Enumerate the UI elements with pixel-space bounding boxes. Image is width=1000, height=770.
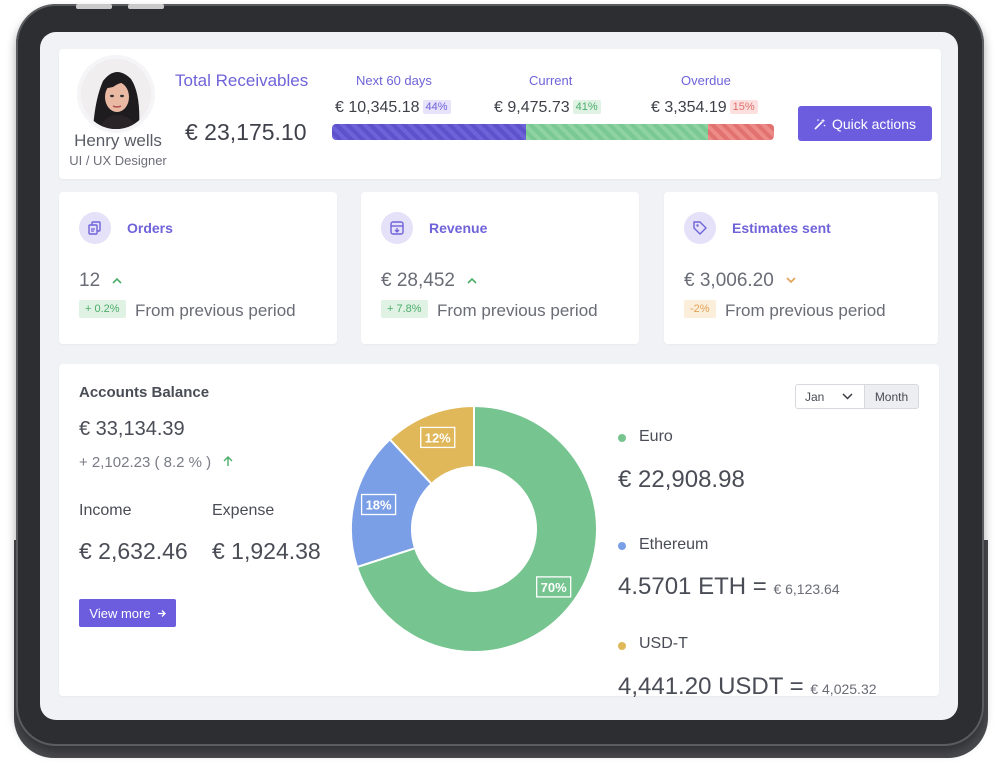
chevron-down-icon	[786, 268, 796, 290]
legend-name-usdt: USD-T	[639, 635, 688, 652]
accounts-balance-total: € 33,134.39	[79, 418, 185, 440]
segment-value-overdue: € 3,354.19 15%	[651, 99, 758, 117]
legend-value-ethereum: 4.5701 ETH = € 6,123.64	[618, 573, 840, 601]
expense-value: € 1,924.38	[212, 538, 321, 564]
donut-label-usd-t: 12%	[420, 426, 456, 449]
accounts-balance-card: Accounts Balance € 33,134.39 + 2,102.23 …	[59, 364, 939, 700]
legend-amount: 4,441.20 USDT =	[618, 673, 804, 700]
segment-amount: € 3,354.19	[651, 99, 727, 116]
dashboard-screen: Henry wells UI / UX Designer Total Recei…	[40, 32, 958, 720]
stat-value-text: € 28,452	[381, 270, 455, 291]
stat-note: From previous period	[437, 301, 598, 320]
legend-amount: 4.5701 ETH =	[618, 573, 767, 600]
segment-amount: € 9,475.73	[494, 99, 570, 116]
chevron-down-icon	[842, 393, 853, 400]
progress-segment-overdue	[707, 124, 774, 140]
accounts-balance-title: Accounts Balance	[79, 384, 210, 401]
expense-label: Expense	[212, 502, 275, 519]
svg-text:18%: 18%	[366, 498, 392, 513]
segment-amount: € 10,345.18	[335, 99, 420, 116]
stat-change-badge: -2%	[684, 300, 716, 318]
arrow-up-icon	[223, 454, 233, 471]
legend-name-ethereum: Ethereum	[639, 536, 709, 553]
segment-value-next-60-days: € 10,345.18 44%	[335, 99, 451, 117]
euro-legend-dot	[618, 434, 626, 442]
receivables-progress-bar	[332, 124, 774, 140]
magic-wand-icon	[814, 118, 826, 130]
income-label: Income	[79, 502, 132, 519]
svg-text:12%: 12%	[425, 430, 451, 445]
stat-card-revenue: Revenue € 28,452 + 7.8% From previous pe…	[361, 192, 639, 344]
segment-label-current: Current	[529, 73, 573, 88]
donut-label-euro: 70%	[536, 576, 572, 598]
stat-change-badge: + 0.2%	[79, 300, 126, 318]
receivables-card: Henry wells UI / UX Designer Total Recei…	[59, 49, 941, 179]
stat-value-text: € 3,006.20	[684, 270, 774, 291]
progress-segment-current	[526, 124, 708, 140]
quick-actions-label: Quick actions	[831, 115, 917, 132]
profile-name: Henry wells	[74, 131, 162, 150]
stat-title: Estimates sent	[732, 220, 831, 236]
legend-value-usdt: 4,441.20 USDT = € 4,025.32	[618, 673, 877, 701]
period-select[interactable]: Jan	[795, 384, 865, 409]
stat-value-text: 12	[79, 270, 101, 291]
balance-change-text: + 2,102.23 ( 8.2 % )	[79, 454, 212, 471]
usdt-legend-dot	[618, 642, 626, 650]
avatar-image	[81, 59, 151, 129]
view-more-button[interactable]: View more	[79, 599, 176, 627]
stat-card-orders: Orders 12 + 0.2% From previous period	[59, 192, 337, 344]
stat-value: € 3,006.20	[684, 268, 796, 292]
stat-value: € 28,452	[381, 268, 477, 292]
profile-role: UI / UX Designer	[69, 153, 167, 168]
segment-label-overdue: Overdue	[681, 73, 731, 88]
balance-donut-chart: 70% 18% 12%	[350, 404, 598, 653]
total-receivables-title: Total Receivables	[175, 71, 309, 90]
stat-value: 12	[79, 268, 122, 292]
donut-label-ethereum: 18%	[360, 493, 397, 516]
legend-name-euro: Euro	[639, 428, 673, 445]
segment-percent-badge: 15%	[729, 100, 758, 114]
chevron-up-icon	[112, 268, 122, 290]
stat-card-estimates-sent: Estimates sent € 3,006.20 -2% From previ…	[664, 192, 938, 344]
period-select-value: Jan	[805, 389, 825, 404]
view-more-label: View more	[89, 605, 151, 621]
income-value: € 2,632.46	[79, 538, 188, 564]
tablet-button	[76, 4, 112, 9]
tablet-button	[128, 4, 164, 9]
stat-change-badge: + 7.8%	[381, 300, 428, 318]
stat-note: From previous period	[725, 301, 886, 320]
legend-value-euro: € 22,908.98	[618, 466, 745, 493]
quick-actions-button[interactable]: Quick actions	[798, 106, 932, 141]
legend-subvalue: € 6,123.64	[773, 581, 840, 597]
period-month-button[interactable]: Month	[865, 384, 919, 409]
segment-value-current: € 9,475.73 41%	[494, 99, 601, 117]
stat-title: Orders	[127, 220, 173, 236]
progress-segment-next-60-days	[332, 124, 527, 140]
avatar[interactable]	[81, 59, 151, 129]
segment-percent-badge: 41%	[572, 100, 601, 114]
segment-percent-badge: 44%	[422, 100, 451, 114]
total-receivables-value: € 23,175.10	[185, 119, 307, 145]
segment-label-next-60-days: Next 60 days	[356, 73, 432, 88]
chevron-up-icon	[467, 268, 477, 290]
svg-text:70%: 70%	[541, 580, 567, 595]
copy-icon	[79, 212, 111, 244]
tag-icon	[684, 212, 716, 244]
ethereum-legend-dot	[618, 542, 626, 550]
accounts-balance-change: + 2,102.23 ( 8.2 % )	[79, 454, 233, 471]
legend-subvalue: € 4,025.32	[810, 681, 877, 697]
stat-note: From previous period	[135, 301, 296, 320]
stat-title: Revenue	[429, 220, 488, 236]
arrow-right-icon	[157, 609, 166, 617]
archive-icon	[381, 212, 413, 244]
